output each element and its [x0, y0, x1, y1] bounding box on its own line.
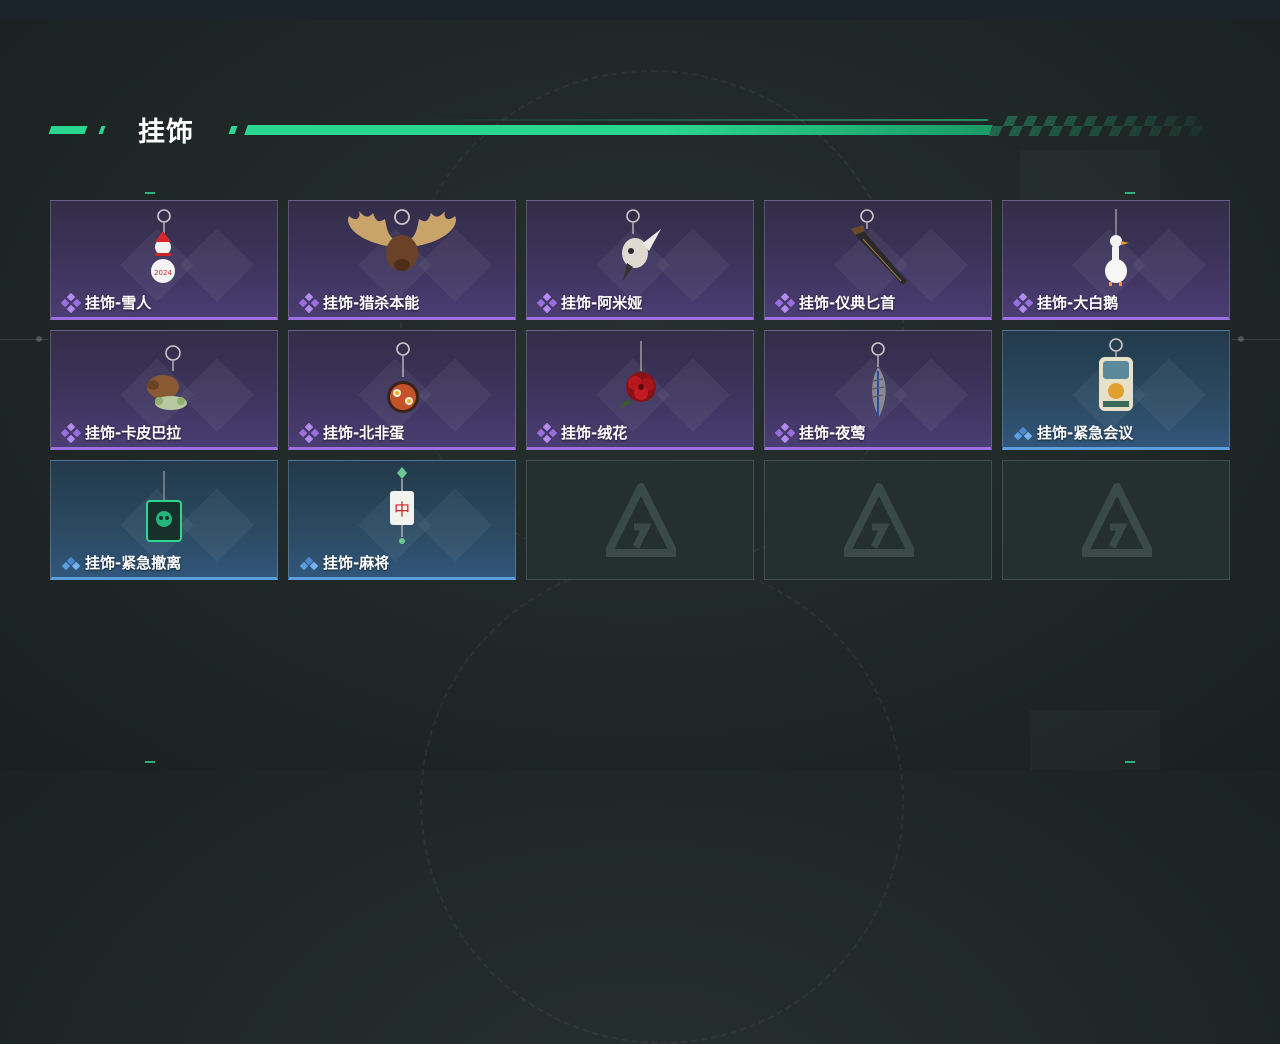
section-header: 挂饰 [48, 108, 1208, 148]
charm-name: 挂饰-仪典匕首 [799, 294, 896, 312]
mahjong-tile-charm-icon: 中 [390, 467, 414, 544]
charm-card[interactable]: 挂饰-紧急撤离 [50, 460, 278, 580]
charm-name: 挂饰-紧急会议 [1037, 424, 1134, 442]
charm-name: 挂饰-夜莺 [799, 424, 866, 442]
charm-name: 挂饰-大白鹅 [1037, 294, 1119, 312]
header-accent-dash [48, 126, 88, 134]
velvet-flower-charm-icon [619, 341, 656, 409]
shakshuka-charm-icon [387, 342, 419, 413]
header-thin-line [418, 119, 988, 121]
charm-card[interactable]: 挂饰-大白鹅 [1002, 200, 1230, 320]
empty-slot [764, 460, 992, 580]
corner-tick [145, 192, 155, 194]
nightingale-feather-charm-icon [871, 342, 886, 417]
game-logo-icon [1082, 483, 1152, 557]
epic-rarity-icon [61, 292, 81, 313]
charm-card[interactable]: 挂饰-紧急会议 [1002, 330, 1230, 450]
charm-card[interactable]: 挂饰-仪典匕首 [764, 200, 992, 320]
white-goose-charm-icon [1105, 209, 1129, 286]
charm-name: 挂饰-绒花 [561, 424, 628, 442]
charm-card[interactable]: 挂饰-北非蛋 [288, 330, 516, 450]
epic-rarity-icon [299, 292, 319, 313]
charm-name: 挂饰-雪人 [85, 294, 152, 312]
empty-slot [526, 460, 754, 580]
charm-name: 挂饰-阿米娅 [561, 294, 643, 312]
game-logo-icon [844, 483, 914, 557]
charm-grid: 2024 挂饰-雪人 挂饰-猎杀本能 挂饰-阿米娅 挂饰-仪典匕首 挂饰-大白鹅… [50, 200, 1230, 580]
corner-tick [145, 761, 155, 763]
charm-name: 挂饰-卡皮巴拉 [85, 424, 182, 442]
rare-rarity-icon [1013, 426, 1033, 440]
top-strip [0, 0, 1280, 20]
charm-name: 挂饰-麻将 [323, 554, 390, 572]
ritual-dagger-charm-icon [851, 209, 907, 285]
page-title: 挂饰 [138, 117, 194, 148]
background-block [1030, 710, 1160, 770]
charm-name: 挂饰-猎杀本能 [323, 294, 420, 312]
charm-card[interactable]: 2024 挂饰-雪人 [50, 200, 278, 320]
emergency-meeting-charm-icon [1099, 338, 1133, 411]
snowman-charm-icon: 2024 [151, 209, 175, 283]
charm-card[interactable]: 中 挂饰-麻将 [288, 460, 516, 580]
corner-tick [1125, 761, 1135, 763]
capybara-charm-icon [147, 345, 187, 410]
epic-rarity-icon [1013, 292, 1033, 313]
epic-rarity-icon [299, 422, 319, 443]
charm-card[interactable]: 挂饰-夜莺 [764, 330, 992, 450]
epic-rarity-icon [775, 292, 795, 313]
game-logo-icon [606, 483, 676, 557]
svg-text:2024: 2024 [154, 269, 172, 277]
corner-tick [1125, 192, 1135, 194]
amiya-charm-icon [622, 209, 661, 281]
charm-card[interactable]: 挂饰-阿米娅 [526, 200, 754, 320]
epic-rarity-icon [537, 292, 557, 313]
background-ring [420, 560, 904, 1044]
rare-rarity-icon [61, 556, 81, 570]
emergency-evacuation-charm-icon [146, 471, 182, 542]
charm-card[interactable]: 挂饰-猎杀本能 [288, 200, 516, 320]
charm-card[interactable]: 挂饰-绒花 [526, 330, 754, 450]
charm-name: 挂饰-紧急撤离 [85, 554, 182, 572]
side-dot-left [36, 336, 42, 342]
header-accent-dash [98, 126, 106, 134]
charm-card[interactable]: 挂饰-卡皮巴拉 [50, 330, 278, 450]
epic-rarity-icon [61, 422, 81, 443]
charm-name: 挂饰-北非蛋 [323, 424, 405, 442]
header-checker-pattern [988, 116, 1208, 136]
side-dot-right [1238, 336, 1244, 342]
rare-rarity-icon [299, 556, 319, 570]
moose-antlers-charm-icon [348, 209, 456, 271]
svg-text:中: 中 [394, 500, 410, 519]
header-accent-bar [244, 125, 993, 135]
epic-rarity-icon [537, 422, 557, 443]
empty-slot [1002, 460, 1230, 580]
epic-rarity-icon [775, 422, 795, 443]
header-accent-dash [228, 126, 238, 134]
